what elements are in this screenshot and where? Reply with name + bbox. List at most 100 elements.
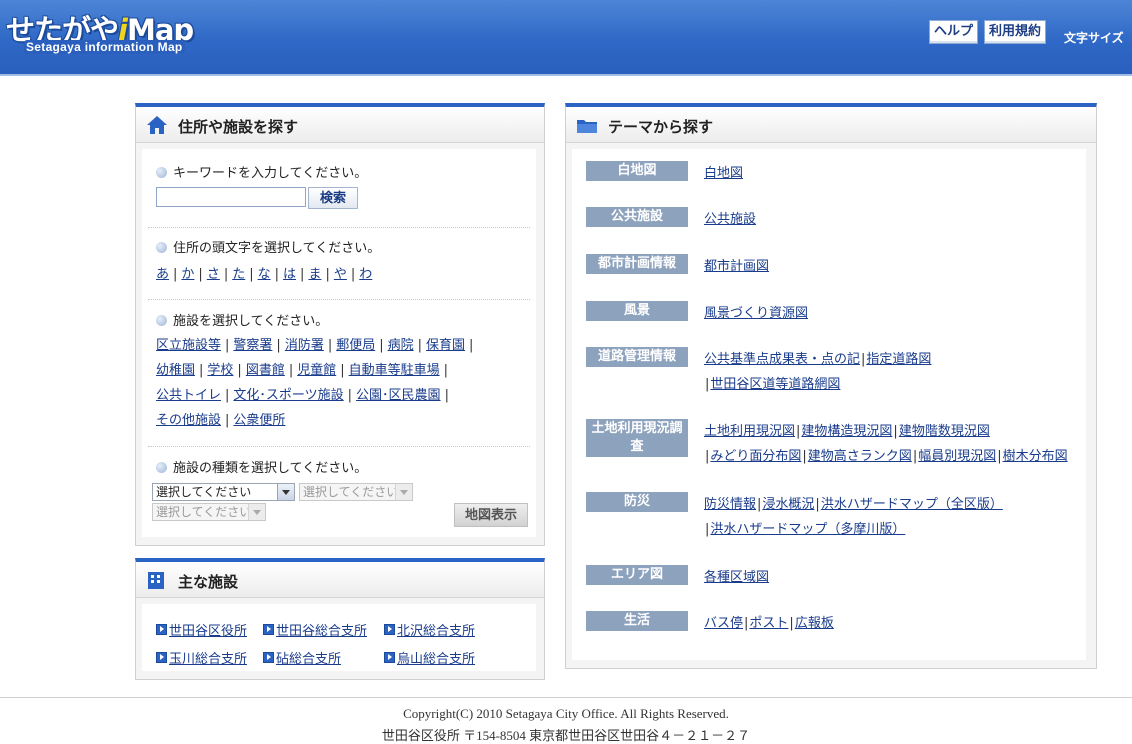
theme-link[interactable]: 浸水概況 (762, 497, 814, 512)
help-button[interactable]: ヘルプ (929, 20, 979, 44)
separator: | (789, 616, 794, 631)
theme-label: エリア図 (586, 565, 688, 585)
theme-link[interactable]: みどり面分布図 (710, 449, 801, 464)
theme-link[interactable]: 各種区域図 (704, 570, 769, 585)
terms-button[interactable]: 利用規約 (984, 20, 1047, 44)
folder-icon (577, 120, 597, 133)
show-map-button[interactable]: 地図表示 (454, 503, 528, 527)
main-facility-link[interactable]: 烏山総合支所 (384, 648, 475, 667)
facility-link[interactable]: 郵便局 (336, 338, 375, 353)
bullet-icon (156, 242, 167, 253)
initial-link[interactable]: な (258, 267, 271, 282)
initial-link[interactable]: や (334, 267, 347, 282)
address-search-body: キーワードを入力してください。 検索 住所の頭文字を選択してください。 あ | か |… (142, 149, 536, 537)
theme-link[interactable]: 樹木分布図 (1003, 449, 1068, 464)
footer-address: 世田谷区役所 〒154-8504 東京都世田谷区世田谷４－２１－２７ (381, 728, 751, 743)
separator: | (223, 267, 229, 282)
initial-link[interactable]: か (181, 267, 194, 282)
initial-links: あ | か | さ | た | な | は | ま | や | わ (156, 263, 372, 282)
theme-link[interactable]: 風景づくり資源図 (704, 306, 808, 321)
theme-link[interactable]: 広報板 (795, 616, 834, 631)
separator: | (225, 338, 230, 353)
keyword-search-button[interactable]: 検索 (308, 187, 358, 209)
theme-label: 風景 (586, 301, 688, 321)
facility-link[interactable]: 図書館 (246, 363, 285, 378)
theme-link[interactable]: 建物階数現況図 (899, 424, 990, 439)
site-logo[interactable]: せたがやiMap Setagaya information Map (6, 7, 202, 59)
separator: | (705, 449, 710, 464)
facility-link[interactable]: 警察署 (233, 338, 272, 353)
facility-link[interactable]: 公園･区民農園 (356, 388, 441, 403)
arrow-right-icon (156, 624, 167, 635)
facility-link[interactable]: 文化･スポーツ施設 (233, 388, 343, 403)
theme-link[interactable]: 洪水ハザードマップ（多摩川版） (710, 522, 905, 537)
theme-label: 土地利用現況調査 (586, 419, 688, 457)
facility-link[interactable]: 保育園 (426, 338, 465, 353)
separator: | (249, 267, 254, 282)
initial-link[interactable]: さ (207, 267, 220, 282)
main-facility-label[interactable]: 烏山総合支所 (397, 652, 475, 667)
facility-link[interactable]: 病院 (388, 338, 414, 353)
separator: | (796, 424, 801, 439)
facility-link[interactable]: その他施設 (156, 413, 221, 428)
keyword-search-input[interactable] (156, 187, 306, 207)
theme-link[interactable]: 都市計画図 (704, 259, 769, 274)
theme-link[interactable]: 幅員別現況図 (918, 449, 996, 464)
main-facility-link[interactable]: 北沢総合支所 (384, 620, 475, 639)
facility-link[interactable]: 自動車等駐車場 (349, 363, 440, 378)
arrow-right-icon (263, 624, 274, 635)
theme-link[interactable]: ポスト (749, 616, 788, 631)
facility-name-select[interactable]: 選択してください (152, 503, 266, 521)
facility-link[interactable]: 公衆便所 (233, 413, 285, 428)
theme-link[interactable]: 防災情報 (704, 497, 756, 512)
facility-link[interactable]: 幼稚園 (156, 363, 195, 378)
facility-link[interactable]: 児童館 (297, 363, 336, 378)
main-facility-label[interactable]: 砧総合支所 (276, 652, 341, 667)
initial-link[interactable]: た (232, 267, 245, 282)
separator: | (469, 338, 474, 353)
theme-link[interactable]: 世田谷区道等道路網図 (710, 377, 840, 392)
main-facility-link[interactable]: 世田谷区役所 (156, 620, 247, 639)
separator: | (198, 267, 203, 282)
divider (148, 299, 530, 300)
separator: | (199, 363, 204, 378)
main-facility-link[interactable]: 玉川総合支所 (156, 648, 247, 667)
theme-link-row: |洪水ハザードマップ（多摩川版） (704, 518, 905, 537)
main-facility-link[interactable]: 砧総合支所 (263, 648, 341, 667)
header-divider (0, 74, 1132, 76)
main-facility-label[interactable]: 玉川総合支所 (169, 652, 247, 667)
facility-subtype-select[interactable]: 選択してください (299, 483, 413, 501)
facility-type-select[interactable]: 選択してください (152, 483, 295, 501)
main-facilities-panel-header: 主な施設 (136, 562, 544, 598)
main-facility-label[interactable]: 世田谷区役所 (169, 624, 247, 639)
theme-link[interactable]: 公共施設 (704, 212, 756, 227)
main-facility-link[interactable]: 世田谷総合支所 (263, 620, 367, 639)
theme-link[interactable]: 建物高さランク図 (808, 449, 912, 464)
main-facilities-panel: 主な施設 世田谷区役所 世田谷総合支所 北沢総合支所玉川総合支所 砧総合支所 烏山総合支… (135, 558, 545, 680)
separator: | (288, 363, 294, 378)
theme-link-row: 防災情報|浸水概況|洪水ハザードマップ（全区版） (704, 493, 1003, 512)
initial-link[interactable]: は (283, 267, 296, 282)
theme-link[interactable]: 公共基準点成果表・点の記 (704, 352, 860, 367)
main-facility-label[interactable]: 北沢総合支所 (397, 624, 475, 639)
arrow-right-icon (384, 652, 395, 663)
theme-link[interactable]: 土地利用現況図 (704, 424, 795, 439)
facility-link[interactable]: 区立施設等 (156, 338, 221, 353)
theme-link[interactable]: 洪水ハザードマップ（全区版） (821, 497, 1003, 512)
theme-link[interactable]: 白地図 (704, 166, 743, 181)
home-icon (147, 116, 167, 134)
theme-label: 道路管理情報 (586, 347, 688, 367)
main-facility-label[interactable]: 世田谷総合支所 (276, 624, 367, 639)
theme-label: 都市計画情報 (586, 254, 688, 274)
theme-link[interactable]: 指定道路図 (866, 352, 931, 367)
facility-link[interactable]: 公共トイレ (156, 388, 221, 403)
theme-link-row: 風景づくり資源図 (704, 302, 808, 321)
initial-link[interactable]: ま (308, 267, 321, 282)
theme-link[interactable]: バス停 (704, 616, 743, 631)
initial-link[interactable]: あ (156, 267, 169, 282)
main-facilities-body: 世田谷区役所 世田谷総合支所 北沢総合支所玉川総合支所 砧総合支所 烏山総合支所 (142, 604, 536, 671)
facility-link[interactable]: 消防署 (285, 338, 324, 353)
facility-link[interactable]: 学校 (207, 363, 233, 378)
initial-link[interactable]: わ (359, 267, 372, 282)
theme-link[interactable]: 建物構造現況図 (801, 424, 892, 439)
